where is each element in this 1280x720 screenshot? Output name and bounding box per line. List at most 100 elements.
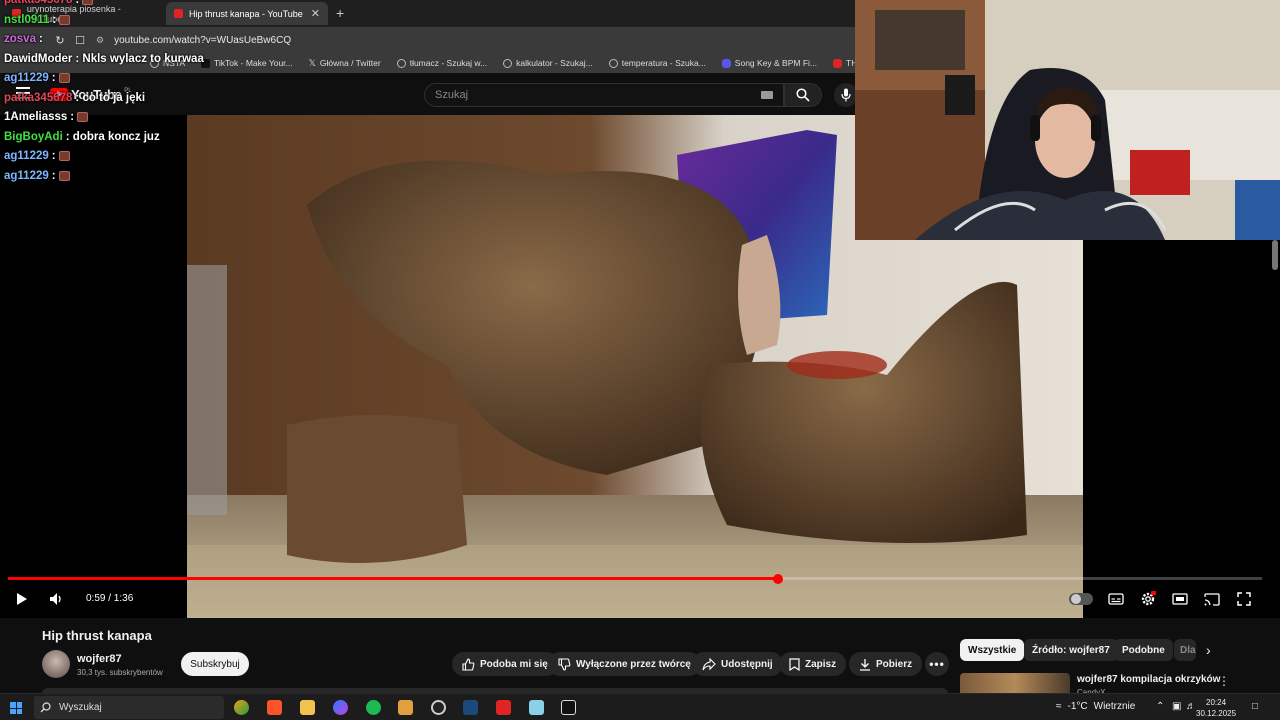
chat-message: nstl0911:	[4, 13, 71, 26]
obs-icon[interactable]	[431, 700, 446, 715]
bookmark-temperatura[interactable]: temperatura - Szuka...	[608, 58, 706, 68]
network-icon[interactable]: ▣	[1172, 701, 1181, 712]
tray-chevron-up-icon[interactable]: ⌃	[1156, 701, 1164, 712]
chip-for-you[interactable]: Dla	[1174, 639, 1196, 661]
new-tab-icon[interactable]: +	[336, 5, 344, 21]
windows-start-icon[interactable]	[10, 702, 22, 714]
fullscreen-button[interactable]	[1234, 588, 1254, 610]
save-button[interactable]: Zapisz	[779, 652, 847, 676]
video-progress-bar[interactable]	[8, 574, 1262, 584]
windows-taskbar: Wyszukaj ≈ -1°C Wietrznie ⌃ ▣ ♬ 20:24 30…	[0, 693, 1280, 720]
share-label: Udostępnij	[721, 658, 773, 670]
youtube-favicon-icon	[174, 9, 183, 18]
chat-message: patka345678: co to ja jęki	[4, 92, 145, 104]
messenger-icon[interactable]	[333, 700, 348, 715]
settings-button[interactable]	[1138, 588, 1158, 610]
bookmark-kalkulator[interactable]: kalkulator - Szukaj...	[503, 58, 593, 68]
subscribe-button[interactable]: Subskrybuj	[181, 652, 249, 676]
download-icon	[860, 658, 870, 671]
browser-tab-bar: urynoterapia piosenka - YouTube Hip thru…	[0, 0, 855, 27]
chat-emote-icon	[58, 73, 70, 83]
bookmark-song-key[interactable]: Song Key & BPM Fi...	[721, 58, 817, 68]
file-explorer-icon[interactable]	[300, 700, 315, 715]
tab-label: Hip thrust kanapa - YouTube	[189, 8, 303, 19]
chip-all[interactable]: Wszystkie	[960, 639, 1025, 661]
capcut-icon[interactable]	[561, 700, 576, 715]
bookmark-tlumacz[interactable]: tłumacz - Szukaj w...	[396, 58, 487, 68]
spotify-icon[interactable]	[366, 700, 381, 715]
chat-username: DawidModer	[4, 52, 73, 65]
youtube-app-icon[interactable]	[496, 700, 511, 715]
bookmark-tiktok[interactable]: TikTok - Make Your...	[201, 58, 293, 68]
share-icon	[702, 657, 716, 670]
chat-text: :	[51, 150, 56, 162]
gear-icon	[1141, 591, 1156, 606]
chat-username: patka345678	[4, 0, 73, 6]
more-actions-button[interactable]: •••	[925, 652, 949, 676]
chevron-right-icon[interactable]: ›	[1206, 642, 1211, 658]
media-player-icon[interactable]	[398, 700, 413, 715]
chat-emote-icon	[58, 151, 70, 161]
chat-username: nstl0911	[4, 13, 50, 26]
keyboard-icon[interactable]	[761, 91, 773, 99]
channel-avatar[interactable]	[42, 650, 70, 678]
cast-icon	[1204, 592, 1220, 606]
chat-text: :	[70, 111, 75, 123]
weather-temp: -1°C	[1067, 701, 1088, 712]
dislike-button[interactable]: Wyłączone przez twórcę	[548, 652, 701, 676]
share-button[interactable]: Udostępnij	[692, 652, 783, 676]
miniplayer-icon	[1172, 593, 1188, 605]
search-button[interactable]	[784, 83, 822, 107]
recommendation-thumbnail[interactable]	[960, 673, 1070, 693]
game-app-icon[interactable]	[234, 700, 249, 715]
brave-browser-icon[interactable]	[267, 700, 282, 715]
notifications-icon[interactable]: □	[1252, 701, 1258, 712]
wind-icon: ≈	[1056, 701, 1062, 712]
chip-related[interactable]: Podobne	[1114, 639, 1173, 661]
like-button[interactable]: Podoba mi się	[452, 652, 558, 676]
search-input[interactable]: Szukaj	[424, 83, 784, 107]
close-tab-icon[interactable]: ✕	[311, 7, 320, 20]
toggle-icon	[1069, 593, 1093, 605]
chat-username: zosva	[4, 33, 36, 45]
chat-message: DawidModer: Nkls wylacz to kurwaa	[4, 53, 204, 65]
bookmark-this-is[interactable]: THIS is W	[833, 58, 855, 68]
chip-from-channel[interactable]: Źródło: wojfer87	[1024, 639, 1118, 661]
miniplayer-button[interactable]	[1170, 588, 1190, 610]
chat-text: :	[38, 33, 43, 45]
volume-button[interactable]	[46, 588, 66, 610]
url-text: youtube.com/watch?v=WUasUeBw6CQ	[114, 34, 292, 46]
play-button[interactable]	[12, 588, 32, 610]
cast-button[interactable]	[1202, 588, 1222, 610]
browser-tab-hip-thrust[interactable]: Hip thrust kanapa - YouTube ✕	[166, 2, 328, 25]
system-clock[interactable]: 20:24 30.12.2025	[1196, 697, 1236, 719]
chat-text: :	[51, 72, 56, 84]
steam-icon[interactable]	[463, 700, 478, 715]
more-vertical-icon[interactable]: ⋮	[1218, 674, 1230, 688]
taskbar-search-input[interactable]: Wyszukaj	[34, 696, 224, 719]
download-button[interactable]: Pobierz	[849, 652, 923, 676]
chat-text: : Nkls wylacz to kurwaa	[75, 52, 204, 65]
weather-widget[interactable]: ≈ -1°C Wietrznie	[1056, 701, 1135, 712]
subtitles-button[interactable]	[1106, 588, 1126, 610]
recommendation-title[interactable]: wojfer87 kompilacja okrzyków	[1077, 674, 1220, 685]
speaker-icon[interactable]: ♬	[1186, 701, 1196, 712]
channel-name[interactable]: wojfer87	[77, 653, 122, 665]
search-placeholder: Szukaj	[435, 89, 469, 101]
reload-icon[interactable]: ↻	[50, 34, 70, 47]
chat-message: patka345678:	[4, 0, 94, 6]
chat-text: :	[52, 13, 57, 26]
page-scrollbar[interactable]	[1272, 240, 1278, 270]
clock-date: 30.12.2025	[1196, 709, 1237, 718]
progress-scrubber[interactable]	[772, 574, 783, 584]
video-letterbox-left	[0, 115, 187, 618]
url-field[interactable]: ⚙ youtube.com/watch?v=WUasUeBw6CQ	[96, 35, 291, 46]
player-controls: 0:59 / 1:36	[0, 588, 1280, 610]
chat-message: ag11229:	[4, 170, 70, 182]
notepad-icon[interactable]	[529, 700, 544, 715]
bookmark-icon[interactable]: ☐	[70, 34, 90, 47]
site-info-icon[interactable]: ⚙	[96, 35, 104, 46]
bookmark-twitter[interactable]: 𝕏 Główna / Twitter	[309, 58, 381, 69]
chat-emote-icon	[77, 112, 89, 122]
autoplay-toggle[interactable]	[1068, 588, 1094, 610]
